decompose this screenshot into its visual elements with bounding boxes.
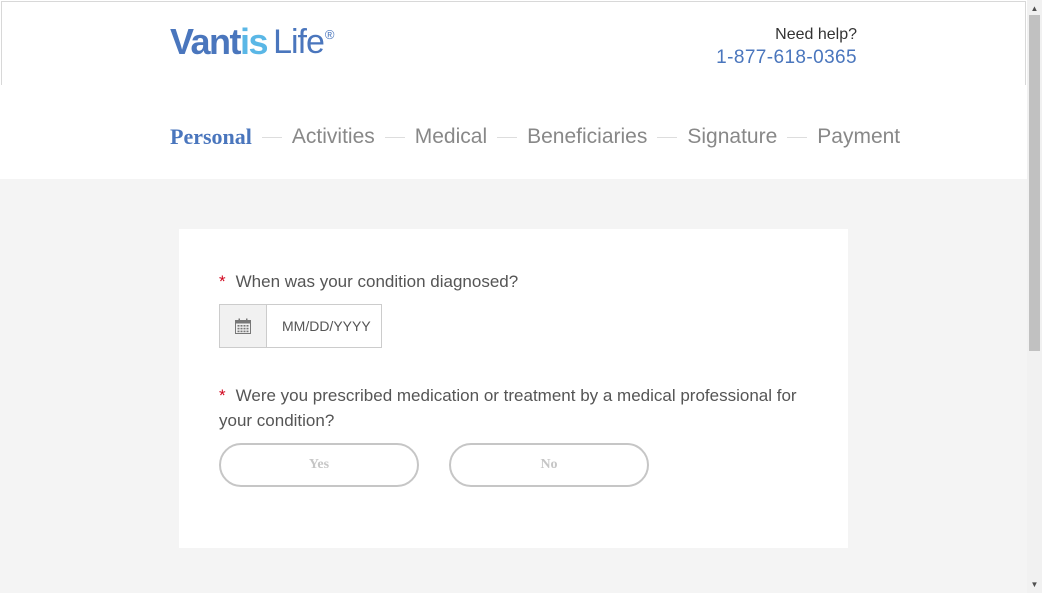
scrollbar-thumb[interactable] (1029, 15, 1040, 351)
scroll-up-arrow-icon[interactable]: ▲ (1027, 2, 1042, 16)
step-beneficiaries: Beneficiaries (527, 125, 648, 148)
help-phone-link[interactable]: 1-877-618-0365 (716, 46, 857, 70)
step-separator (384, 136, 405, 138)
required-asterisk: * (219, 386, 226, 405)
step-separator (787, 136, 808, 138)
vantis-life-logo[interactable]: Vant is Life ® (170, 22, 334, 62)
site-header: Vant is Life ® Need help? 1-877-618-0365 Pe… (0, 0, 1027, 179)
scroll-down-arrow-icon[interactable]: ▼ (1027, 578, 1042, 592)
calendar-icon (235, 318, 251, 334)
question-prescribed-medication: * Were you prescribed medication or treat… (219, 383, 819, 433)
question-diagnosed-date: * When was your condition diagnosed? (219, 269, 819, 294)
diagnosis-date-input[interactable] (267, 304, 382, 348)
calendar-button[interactable] (219, 304, 267, 348)
progress-steps: Personal Activities Medical Beneficiarie… (170, 122, 900, 152)
header-top-bar (1, 1, 1026, 85)
step-separator (261, 136, 282, 138)
logo-text-vant: Vant (170, 21, 242, 62)
step-personal: Personal (170, 124, 252, 149)
logo-text-life: Life (273, 23, 325, 61)
question-diagnosed-text: When was your condition diagnosed? (235, 272, 519, 291)
logo-text-is: is (240, 21, 269, 62)
step-signature: Signature (687, 125, 778, 148)
step-medical: Medical (414, 125, 488, 148)
question-prescribed-text: Were you prescribed medication or treatm… (219, 386, 797, 430)
vertical-scrollbar[interactable]: ▲ ▼ (1027, 0, 1042, 593)
yes-button[interactable]: Yes (219, 443, 419, 487)
step-separator (657, 136, 678, 138)
help-block: Need help? 1-877-618-0365 (716, 25, 857, 70)
diagnosis-date-field (219, 304, 382, 348)
step-payment: Payment (817, 125, 901, 148)
step-activities: Activities (291, 125, 375, 148)
logo-registered-mark: ® (324, 27, 335, 42)
no-button[interactable]: No (449, 443, 649, 487)
step-separator (497, 136, 518, 138)
required-asterisk: * (219, 272, 226, 291)
help-label: Need help? (775, 26, 857, 43)
question-card: *When was your condition diagnosed? *Wer… (179, 229, 848, 548)
